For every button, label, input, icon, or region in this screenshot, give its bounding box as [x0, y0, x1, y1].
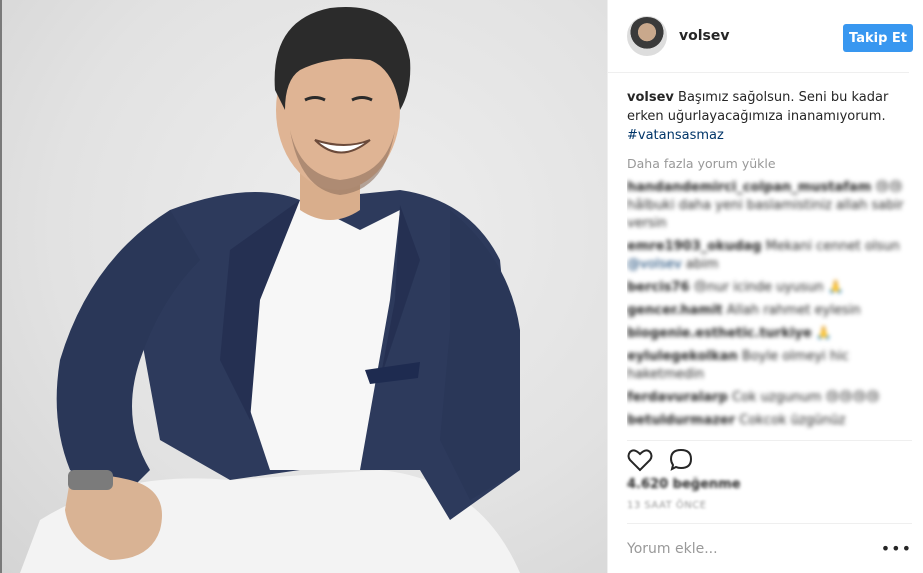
timestamp: 13 SAAT ÖNCE: [627, 500, 707, 511]
comment-icon[interactable]: [669, 448, 693, 472]
list-item: eylulegekolkan Boyle olmeyi hic haketmed…: [627, 348, 912, 384]
list-item: betuldurmazer Cokcok üzgünüz: [627, 412, 912, 430]
load-more-comments[interactable]: Daha fazla yorum yükle: [627, 154, 912, 173]
comment-username[interactable]: betuldurmazer: [627, 413, 735, 428]
caption-username[interactable]: volsev: [627, 90, 674, 105]
comment-input[interactable]: Yorum ekle...: [627, 541, 718, 557]
follow-button[interactable]: Takip Et: [843, 24, 913, 52]
list-item: emre1903_okudag Mekani cennet olsun @vol…: [627, 238, 912, 274]
comment-text: 🙏: [815, 326, 833, 341]
comment-username[interactable]: emre1903_okudag: [627, 239, 762, 254]
mention-link[interactable]: @volsev: [627, 257, 682, 272]
caption: volsev Başımız sağolsun. Seni bu kadar e…: [627, 88, 912, 145]
hashtag-link[interactable]: #vatansasmaz: [627, 128, 724, 143]
comment-username[interactable]: ferdavuralarp: [627, 390, 728, 405]
comment-text: 😢nur icinde uyusun 🙏: [693, 280, 844, 295]
more-options-icon[interactable]: •••: [881, 539, 912, 558]
list-item: handandemirci_colpan_mustafam 😢😢 hâlbuki…: [627, 179, 912, 233]
comments-blurred: handandemirci_colpan_mustafam 😢😢 hâlbuki…: [627, 179, 912, 430]
username[interactable]: volsev: [679, 28, 730, 44]
comment-username[interactable]: eylulegekolkan: [627, 349, 738, 364]
list-item: gencer.hamit Allah rahmet eylesin: [627, 302, 912, 320]
comment-text: Mekani cennet olsun: [765, 239, 900, 254]
post-photo: [0, 0, 607, 573]
list-item: biogenie.esthetic.turkiye 🙏: [627, 325, 912, 343]
comment-username[interactable]: biogenie.esthetic.turkiye: [627, 326, 812, 341]
comment-text: Cok uzgunum 😢😢😢😢: [731, 390, 880, 405]
post-actions: 4.620 beğenme 13 SAAT ÖNCE: [627, 440, 912, 511]
avatar[interactable]: [627, 16, 667, 56]
add-comment-bar: Yorum ekle... •••: [627, 523, 912, 573]
comment-text: abim: [685, 257, 719, 272]
comment-username[interactable]: handandemirci_colpan_mustafam: [627, 180, 871, 195]
heart-icon[interactable]: [627, 448, 653, 472]
comment-username[interactable]: gencer.hamit: [627, 303, 723, 318]
list-item: ferdavuralarp Cok uzgunum 😢😢😢😢: [627, 389, 912, 407]
like-count[interactable]: 4.620 beğenme: [627, 477, 912, 492]
comment-username[interactable]: bercis76: [627, 280, 690, 295]
comment-list: volsev Başımız sağolsun. Seni bu kadar e…: [627, 88, 912, 433]
post-panel: volsev Takip Et volsev Başımız sağolsun.…: [607, 0, 923, 573]
portrait-illustration: [20, 7, 520, 573]
list-item: bercis76 😢nur icinde uyusun 🙏: [627, 279, 912, 297]
comment-text: Allah rahmet eylesin: [726, 303, 861, 318]
comment-text: Cokcok üzgünüz: [739, 413, 846, 428]
